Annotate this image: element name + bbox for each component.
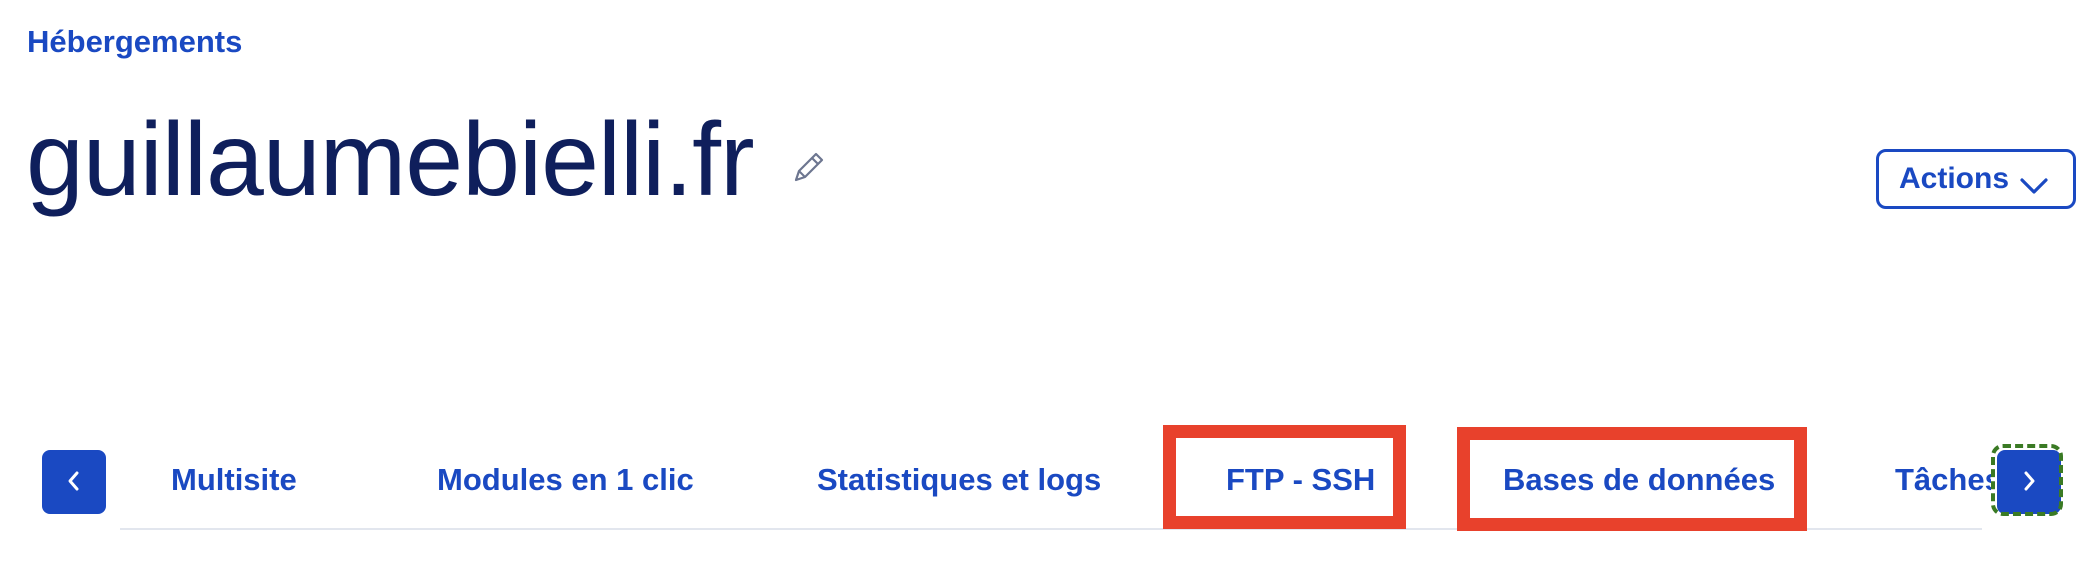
pencil-icon[interactable]	[790, 148, 828, 186]
tabs-divider	[120, 528, 1982, 530]
chevron-left-icon	[64, 469, 84, 496]
tab-modules-en-1-clic[interactable]: Modules en 1 clic	[437, 462, 694, 498]
tabs-next-button[interactable]	[1997, 450, 2061, 514]
chevron-right-icon	[2019, 469, 2039, 496]
actions-button-label: Actions	[1899, 162, 2010, 195]
tab-ftp-ssh[interactable]: FTP - SSH	[1226, 462, 1375, 498]
actions-button[interactable]: Actions	[1876, 149, 2076, 209]
chevron-down-icon	[2019, 170, 2049, 194]
tab-taches[interactable]: Tâches	[1895, 462, 1991, 498]
tabs-prev-button[interactable]	[42, 450, 106, 514]
tab-multisite[interactable]: Multisite	[171, 462, 297, 498]
tab-bases-de-donnees[interactable]: Bases de données	[1503, 462, 1775, 498]
tabs-bar: Multisite Modules en 1 clic Statistiques…	[0, 420, 2096, 540]
tab-statistiques-et-logs[interactable]: Statistiques et logs	[817, 462, 1101, 498]
breadcrumb-hebergements[interactable]: Hébergements	[27, 24, 242, 60]
page-title: guillaumebielli.fr	[26, 102, 755, 218]
